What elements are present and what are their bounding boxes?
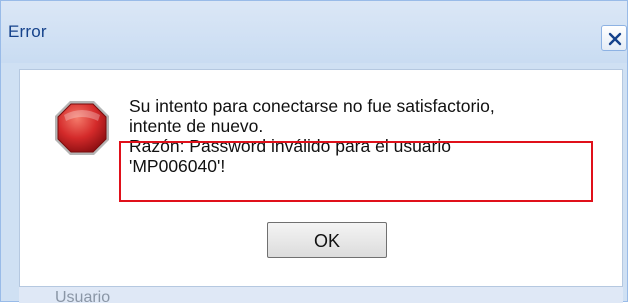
dialog-titlebar[interactable]: Error	[1, 1, 627, 63]
close-icon	[608, 32, 622, 46]
background-form-strip: Usuario	[19, 287, 623, 303]
dialog-title: Error	[8, 22, 47, 41]
message-line: intente de nuevo.	[129, 116, 264, 136]
message-line: Su intento para conectarse no fue satisf…	[129, 96, 495, 116]
ok-button[interactable]: OK	[267, 222, 387, 258]
background-field-label: Usuario	[55, 289, 111, 303]
dialog-body: Su intento para conectarse no fue satisf…	[19, 69, 623, 287]
highlight-annotation	[119, 141, 593, 202]
close-button[interactable]	[601, 25, 627, 51]
stop-icon	[55, 101, 109, 155]
error-dialog: Error Su intento para conectarse no fue …	[0, 0, 628, 303]
